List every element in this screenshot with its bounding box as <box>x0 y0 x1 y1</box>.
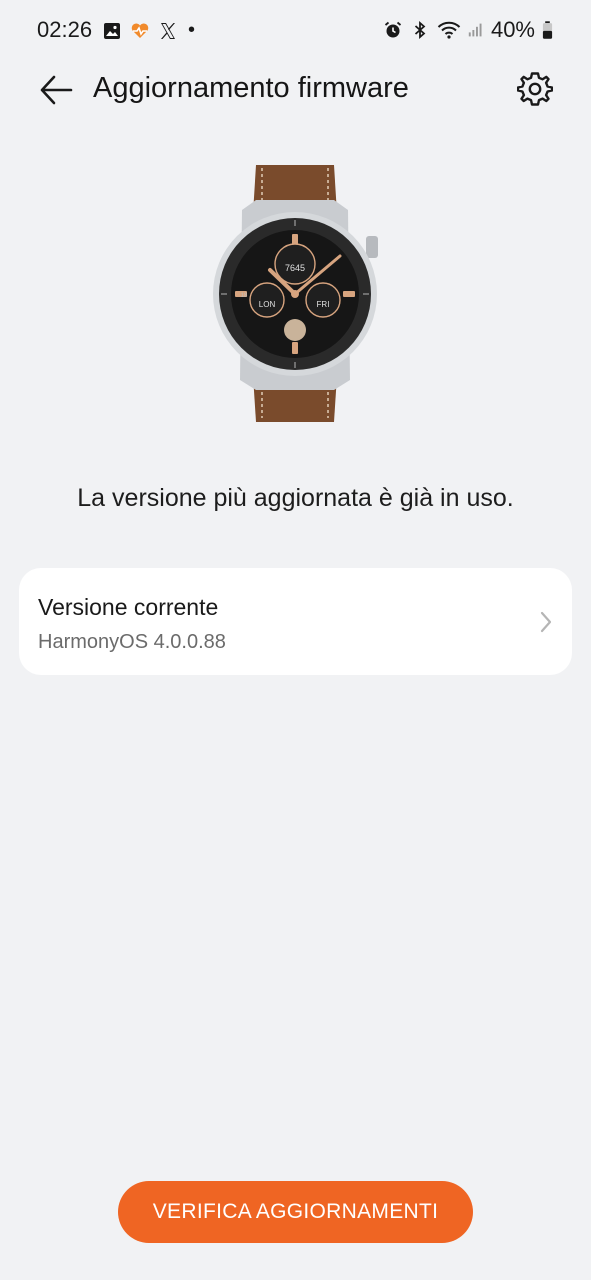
battery-icon <box>542 21 553 39</box>
up-to-date-message: La versione più aggiornata è già in uso. <box>77 484 514 512</box>
wifi-icon <box>437 21 461 39</box>
settings-button[interactable] <box>512 66 558 112</box>
chevron-right-icon <box>540 611 552 633</box>
back-arrow-icon <box>40 75 73 105</box>
current-version-value: HarmonyOS 4.0.0.88 <box>38 631 226 653</box>
smartwatch-image: 7645 LON FRI 18 <box>190 160 400 430</box>
watch-illustration: 7645 LON FRI 18 <box>213 165 378 422</box>
battery-percent: 40% <box>490 17 535 42</box>
gear-icon <box>517 72 553 106</box>
firmware-update-screen: 02:26 • 40% Aggiornamento firmware 7645 … <box>0 0 591 1280</box>
x-logo-icon <box>161 22 175 39</box>
bluetooth-icon <box>414 21 426 39</box>
watch-right-text: FRI <box>317 300 330 309</box>
notification-dot: • <box>188 19 196 41</box>
status-time: 02:26 <box>37 17 93 42</box>
signal-icon <box>468 23 482 37</box>
status-bar: 02:26 • 40% <box>0 0 591 58</box>
gallery-icon <box>104 22 120 39</box>
watch-steps-text: 7645 <box>285 263 305 273</box>
health-heart-icon <box>131 22 149 38</box>
watch-left-text: LON <box>259 300 276 309</box>
page-title: Aggiornamento firmware <box>93 72 409 104</box>
current-version-card[interactable]: Versione corrente HarmonyOS 4.0.0.88 <box>19 568 572 675</box>
notification-icons: • <box>102 19 195 42</box>
system-icons: 40% <box>383 17 553 43</box>
back-button[interactable] <box>34 68 78 112</box>
current-version-label: Versione corrente <box>38 594 219 620</box>
watch-small-text: 18 <box>241 293 248 299</box>
alarm-icon <box>384 21 402 38</box>
app-header: Aggiornamento firmware <box>0 58 591 122</box>
check-updates-button[interactable]: VERIFICA AGGIORNAMENTI <box>118 1181 473 1243</box>
